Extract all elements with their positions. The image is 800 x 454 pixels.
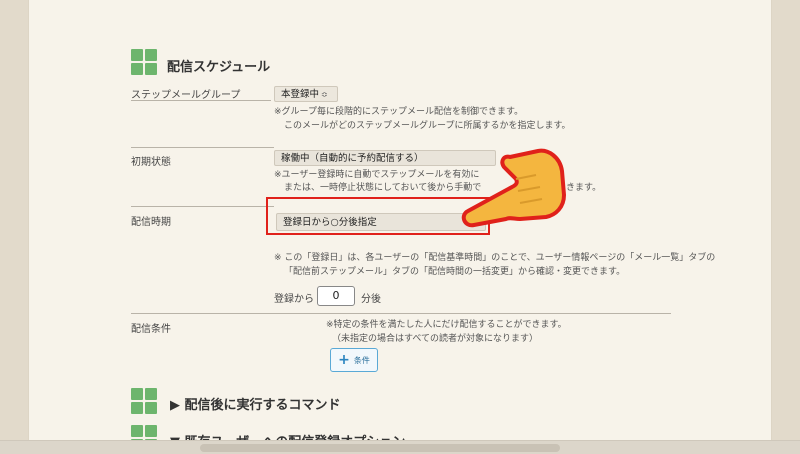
minutes-input[interactable]: 0 <box>317 286 355 306</box>
initial-state-label: 初期状態 <box>131 157 171 168</box>
updown-icon: ≎ <box>321 90 328 99</box>
step-group-value: 本登録中 <box>281 89 320 100</box>
initial-state-note-2-tail: きます。 <box>566 183 602 193</box>
section-grid-icon <box>131 49 157 75</box>
timing-prefix: 登録から <box>274 294 314 305</box>
conditions-note-1: ※特定の条件を満たした人にだけ配信することができます。 <box>326 320 567 330</box>
step-group-select[interactable]: 本登録中 ≎ <box>274 86 338 102</box>
right-margin <box>772 0 800 454</box>
divider <box>131 206 274 207</box>
scrollbar[interactable] <box>200 444 560 452</box>
timing-note-1: ※ この「登録日」は、各ユーザーの「配信基準時間」のことで、ユーザー情報ページの… <box>274 253 716 263</box>
section-title-schedule: 配信スケジュール <box>167 60 271 75</box>
divider <box>131 100 271 101</box>
conditions-note-2: （未指定の場合はすべての読者が対象になります） <box>332 334 539 344</box>
highlight-box <box>266 197 490 235</box>
initial-state-value: 稼働中（自動的に予約配信する） <box>281 153 424 164</box>
add-condition-button[interactable]: + 条件 <box>330 348 378 372</box>
timing-note-2: 「配信前ステップメール」タブの「配信時間の一括変更」から確認・変更できます。 <box>284 267 626 277</box>
step-group-note-2: このメールがどのステップメールグループに所属するかを指定します。 <box>284 121 571 131</box>
initial-state-note-2: または、一時停止状態にしておいて後から手動で <box>284 183 482 193</box>
timing-label: 配信時期 <box>131 217 171 228</box>
step-group-note-1: ※グループ毎に段階的にステップメール配信を制御できます。 <box>274 107 524 117</box>
plus-icon: + <box>338 352 350 368</box>
step-group-label: ステップメールグループ <box>131 90 241 101</box>
conditions-label: 配信条件 <box>131 324 171 335</box>
initial-state-note-1: ※ユーザー登録時に自動でステップメールを有効に <box>274 170 480 180</box>
section-after-command-toggle[interactable]: ▶ 配信後に実行するコマンド <box>170 394 341 413</box>
timing-suffix: 分後 <box>361 294 381 305</box>
add-condition-label: 条件 <box>353 355 370 365</box>
left-margin <box>0 0 28 454</box>
divider <box>131 147 274 148</box>
section-grid-icon <box>131 388 157 414</box>
divider <box>131 313 671 314</box>
pointing-hand-icon <box>461 148 566 228</box>
